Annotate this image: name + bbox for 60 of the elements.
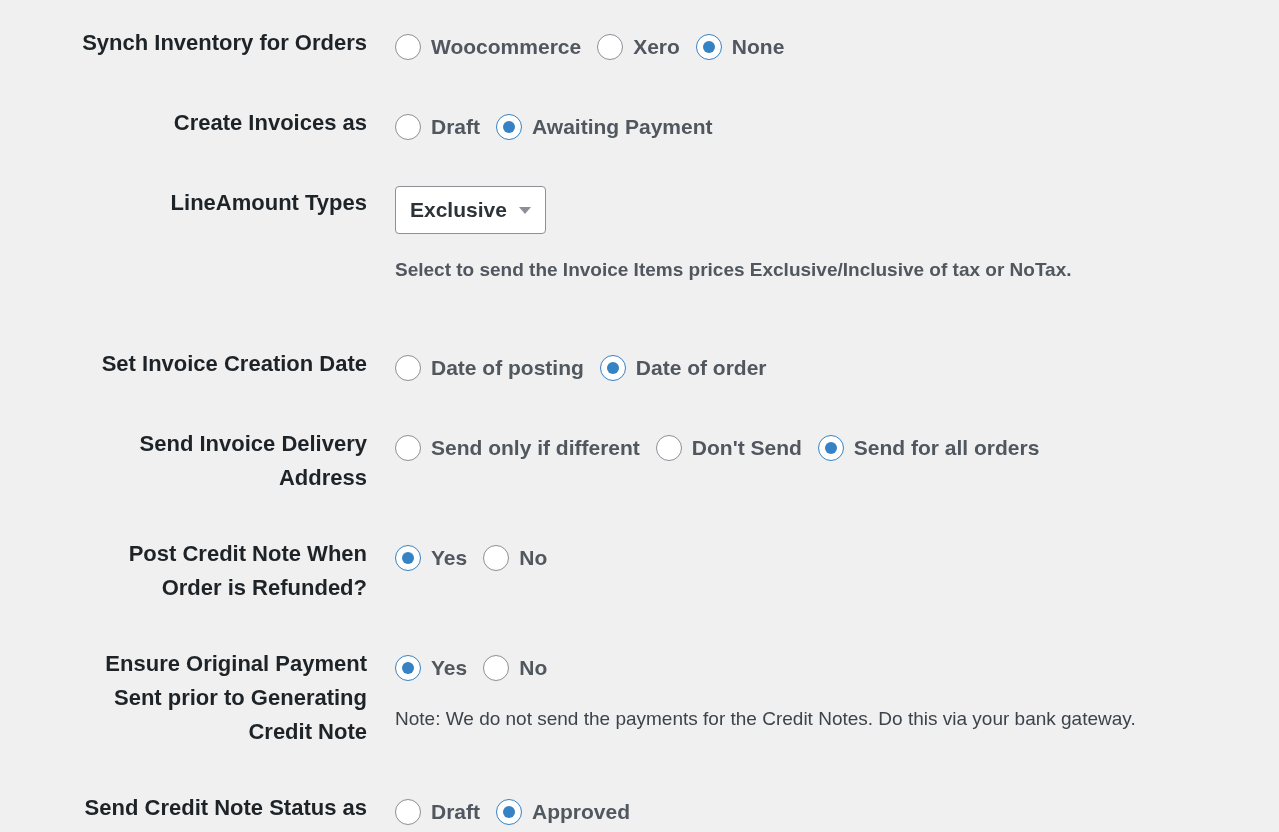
caret-icon: [518, 206, 531, 214]
radio-option[interactable]: Draft: [395, 795, 480, 828]
option-label: Send only if different: [431, 434, 640, 461]
option-label: Don't Send: [691, 434, 802, 461]
option-label: Xero: [633, 34, 680, 61]
radio-option[interactable]: Awaiting Payment: [496, 111, 713, 143]
radio-button[interactable]: [395, 114, 421, 140]
option-label: Approved: [532, 798, 631, 825]
radio-button[interactable]: [597, 34, 624, 60]
option-label: Woocommerce: [431, 34, 582, 61]
option-label: Date of order: [635, 354, 767, 381]
option-label: Draft: [431, 114, 480, 141]
radio-button[interactable]: [655, 434, 682, 461]
radio-button[interactable]: [395, 544, 421, 571]
radio-option[interactable]: Send only if different: [395, 431, 640, 464]
radio-option[interactable]: None: [695, 31, 785, 63]
radio-option[interactable]: Don't Send: [655, 431, 802, 464]
option-label: Yes: [431, 544, 468, 571]
radio-button[interactable]: [483, 544, 510, 571]
setting-label: Send Invoice Delivery Address: [138, 429, 367, 492]
option-label: No: [519, 544, 548, 571]
radio-option[interactable]: Draft: [395, 111, 480, 143]
radio-button[interactable]: [496, 114, 522, 140]
radio-button[interactable]: [395, 354, 421, 381]
radio-button[interactable]: [395, 654, 421, 681]
radio-option[interactable]: Xero: [597, 31, 680, 63]
option-label: Send for all orders: [853, 434, 1040, 461]
radio-option[interactable]: Send for all orders: [817, 431, 1040, 464]
setting-label: LineAmount Types: [170, 189, 367, 217]
note-text: Note: We do not send the payments for the Credit Notes. Do this via your bank gateway.: [395, 706, 1136, 731]
radio-option[interactable]: No: [483, 651, 548, 684]
option-label: Date of posting: [431, 354, 584, 381]
setting-label: Post Credit Note When Order is Refunded?: [127, 539, 367, 602]
radio-option[interactable]: Date of posting: [395, 351, 584, 384]
setting-label: Create Invoices as: [173, 109, 367, 137]
option-label: Draft: [431, 798, 480, 825]
radio-button[interactable]: [599, 354, 626, 381]
radio-option[interactable]: No: [483, 541, 548, 574]
radio-button[interactable]: [695, 34, 722, 60]
radio-button[interactable]: [483, 654, 510, 681]
option-label: None: [731, 34, 785, 61]
radio-option[interactable]: Date of order: [599, 351, 767, 384]
radio-button[interactable]: [395, 798, 421, 825]
radio-button[interactable]: [395, 34, 421, 60]
radio-option[interactable]: Yes: [395, 541, 468, 574]
option-label: Awaiting Payment: [532, 114, 713, 141]
radio-option[interactable]: Yes: [395, 651, 468, 684]
option-label: Yes: [431, 654, 468, 681]
option-label: No: [519, 654, 548, 681]
radio-button[interactable]: [496, 798, 522, 825]
radio-option[interactable]: Woocommerce: [395, 31, 582, 63]
radio-button[interactable]: [395, 434, 421, 461]
setting-label: Ensure Original Payment Sent prior to Generating Credit Note: [104, 649, 367, 746]
setting-label: Synch Inventory for Orders: [82, 29, 367, 57]
select-dropdown[interactable]: Exclusive: [395, 186, 546, 234]
radio-button[interactable]: [817, 434, 844, 461]
description-text: Select to send the Invoice Items prices Exclusive/Inclusive of tax or NoTax.: [395, 258, 1072, 282]
setting-label: Send Credit Note Status as: [84, 793, 367, 822]
radio-option[interactable]: Approved: [496, 795, 631, 828]
setting-label: Set Invoice Creation Date: [101, 349, 367, 378]
